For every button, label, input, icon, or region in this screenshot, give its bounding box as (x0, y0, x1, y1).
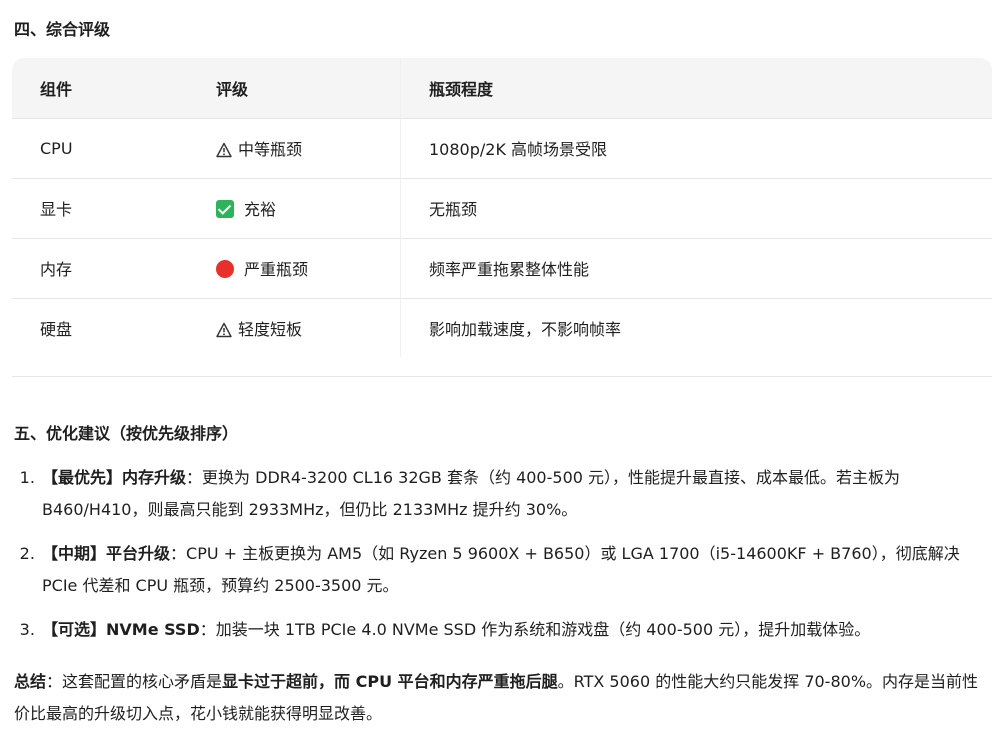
section-divider (12, 376, 992, 377)
header-bottleneck: 瓶颈程度 (429, 79, 494, 99)
rating-text: 中等瓶颈 (238, 140, 303, 159)
rating-text: 严重瓶颈 (244, 260, 309, 279)
table-row: 内存 严重瓶颈 频率严重拖累整体性能 (12, 238, 992, 298)
cell-bottleneck: 影响加载速度，不影响帧率 (429, 319, 622, 339)
item-sep: ： (170, 544, 187, 563)
warning-icon (216, 142, 232, 158)
header-component: 组件 (40, 79, 73, 99)
cell-bottleneck: 无瓶颈 (429, 200, 478, 219)
cell-component: CPU (40, 138, 73, 158)
summary-bold: 显卡过于超前，而 CPU 平台和内存严重拖后腿 (222, 672, 558, 691)
suggestion-list: 【最优先】内存升级：更换为 DDR4-3200 CL16 32GB 套条（约 4… (0, 462, 990, 658)
red-dot-icon (216, 260, 234, 278)
check-icon (216, 200, 234, 218)
cell-bottleneck: 频率严重拖累整体性能 (429, 260, 590, 279)
section-5-title: 五、优化建议（按优先级排序） (14, 424, 239, 443)
cell-bottleneck: 1080p/2K 高帧场景受限 (429, 140, 608, 159)
cell-rating: 严重瓶颈 (216, 238, 401, 298)
table-row: 硬盘 轻度短板 影响加载速度，不影响帧率 (12, 298, 992, 357)
summary-paragraph: 总结：这套配置的核心矛盾是显卡过于超前，而 CPU 平台和内存严重拖后腿。RTX… (14, 666, 984, 730)
item-text: 加装一块 1TB PCIe 4.0 NVMe SSD 作为系统和游戏盘（约 40… (215, 620, 871, 639)
item-tag: 【最优先】内存升级 (42, 468, 187, 487)
summary-text-1: 这套配置的核心矛盾是 (62, 672, 223, 691)
item-sep: ： (186, 468, 203, 487)
list-item: 【最优先】内存升级：更换为 DDR4-3200 CL16 32GB 套条（约 4… (40, 462, 990, 526)
rating-text: 充裕 (244, 200, 277, 219)
item-sep: ： (199, 620, 216, 639)
summary-label: 总结 (14, 672, 47, 691)
cell-rating: 中等瓶颈 (216, 118, 401, 178)
cell-rating: 轻度短板 (216, 298, 401, 357)
section-4-title: 四、综合评级 (14, 20, 111, 39)
list-item: 【可选】NVMe SSD：加装一块 1TB PCIe 4.0 NVMe SSD … (40, 614, 990, 646)
summary-sep: ： (46, 672, 63, 691)
table-row: CPU 中等瓶颈 1080p/2K 高帧场景受限 (12, 118, 992, 178)
cell-rating: 充裕 (216, 178, 401, 238)
list-item: 【中期】平台升级：CPU + 主板更换为 AM5（如 Ryzen 5 9600X… (40, 538, 990, 602)
cell-component: 硬盘 (40, 319, 73, 339)
header-rating: 评级 (216, 58, 401, 118)
cell-component: 内存 (40, 260, 73, 279)
rating-text: 轻度短板 (238, 319, 303, 339)
warning-icon (216, 322, 232, 338)
item-tag: 【可选】NVMe SSD (42, 620, 200, 639)
table-row: 显卡 充裕 无瓶颈 (12, 178, 992, 238)
table-header-row: 组件 评级 瓶颈程度 (12, 58, 992, 118)
rating-table: 组件 评级 瓶颈程度 CPU 中等瓶颈 1080p/2K 高帧场景受限 显卡 充… (12, 58, 992, 357)
cell-component: 显卡 (40, 200, 73, 219)
item-tag: 【中期】平台升级 (42, 544, 171, 563)
